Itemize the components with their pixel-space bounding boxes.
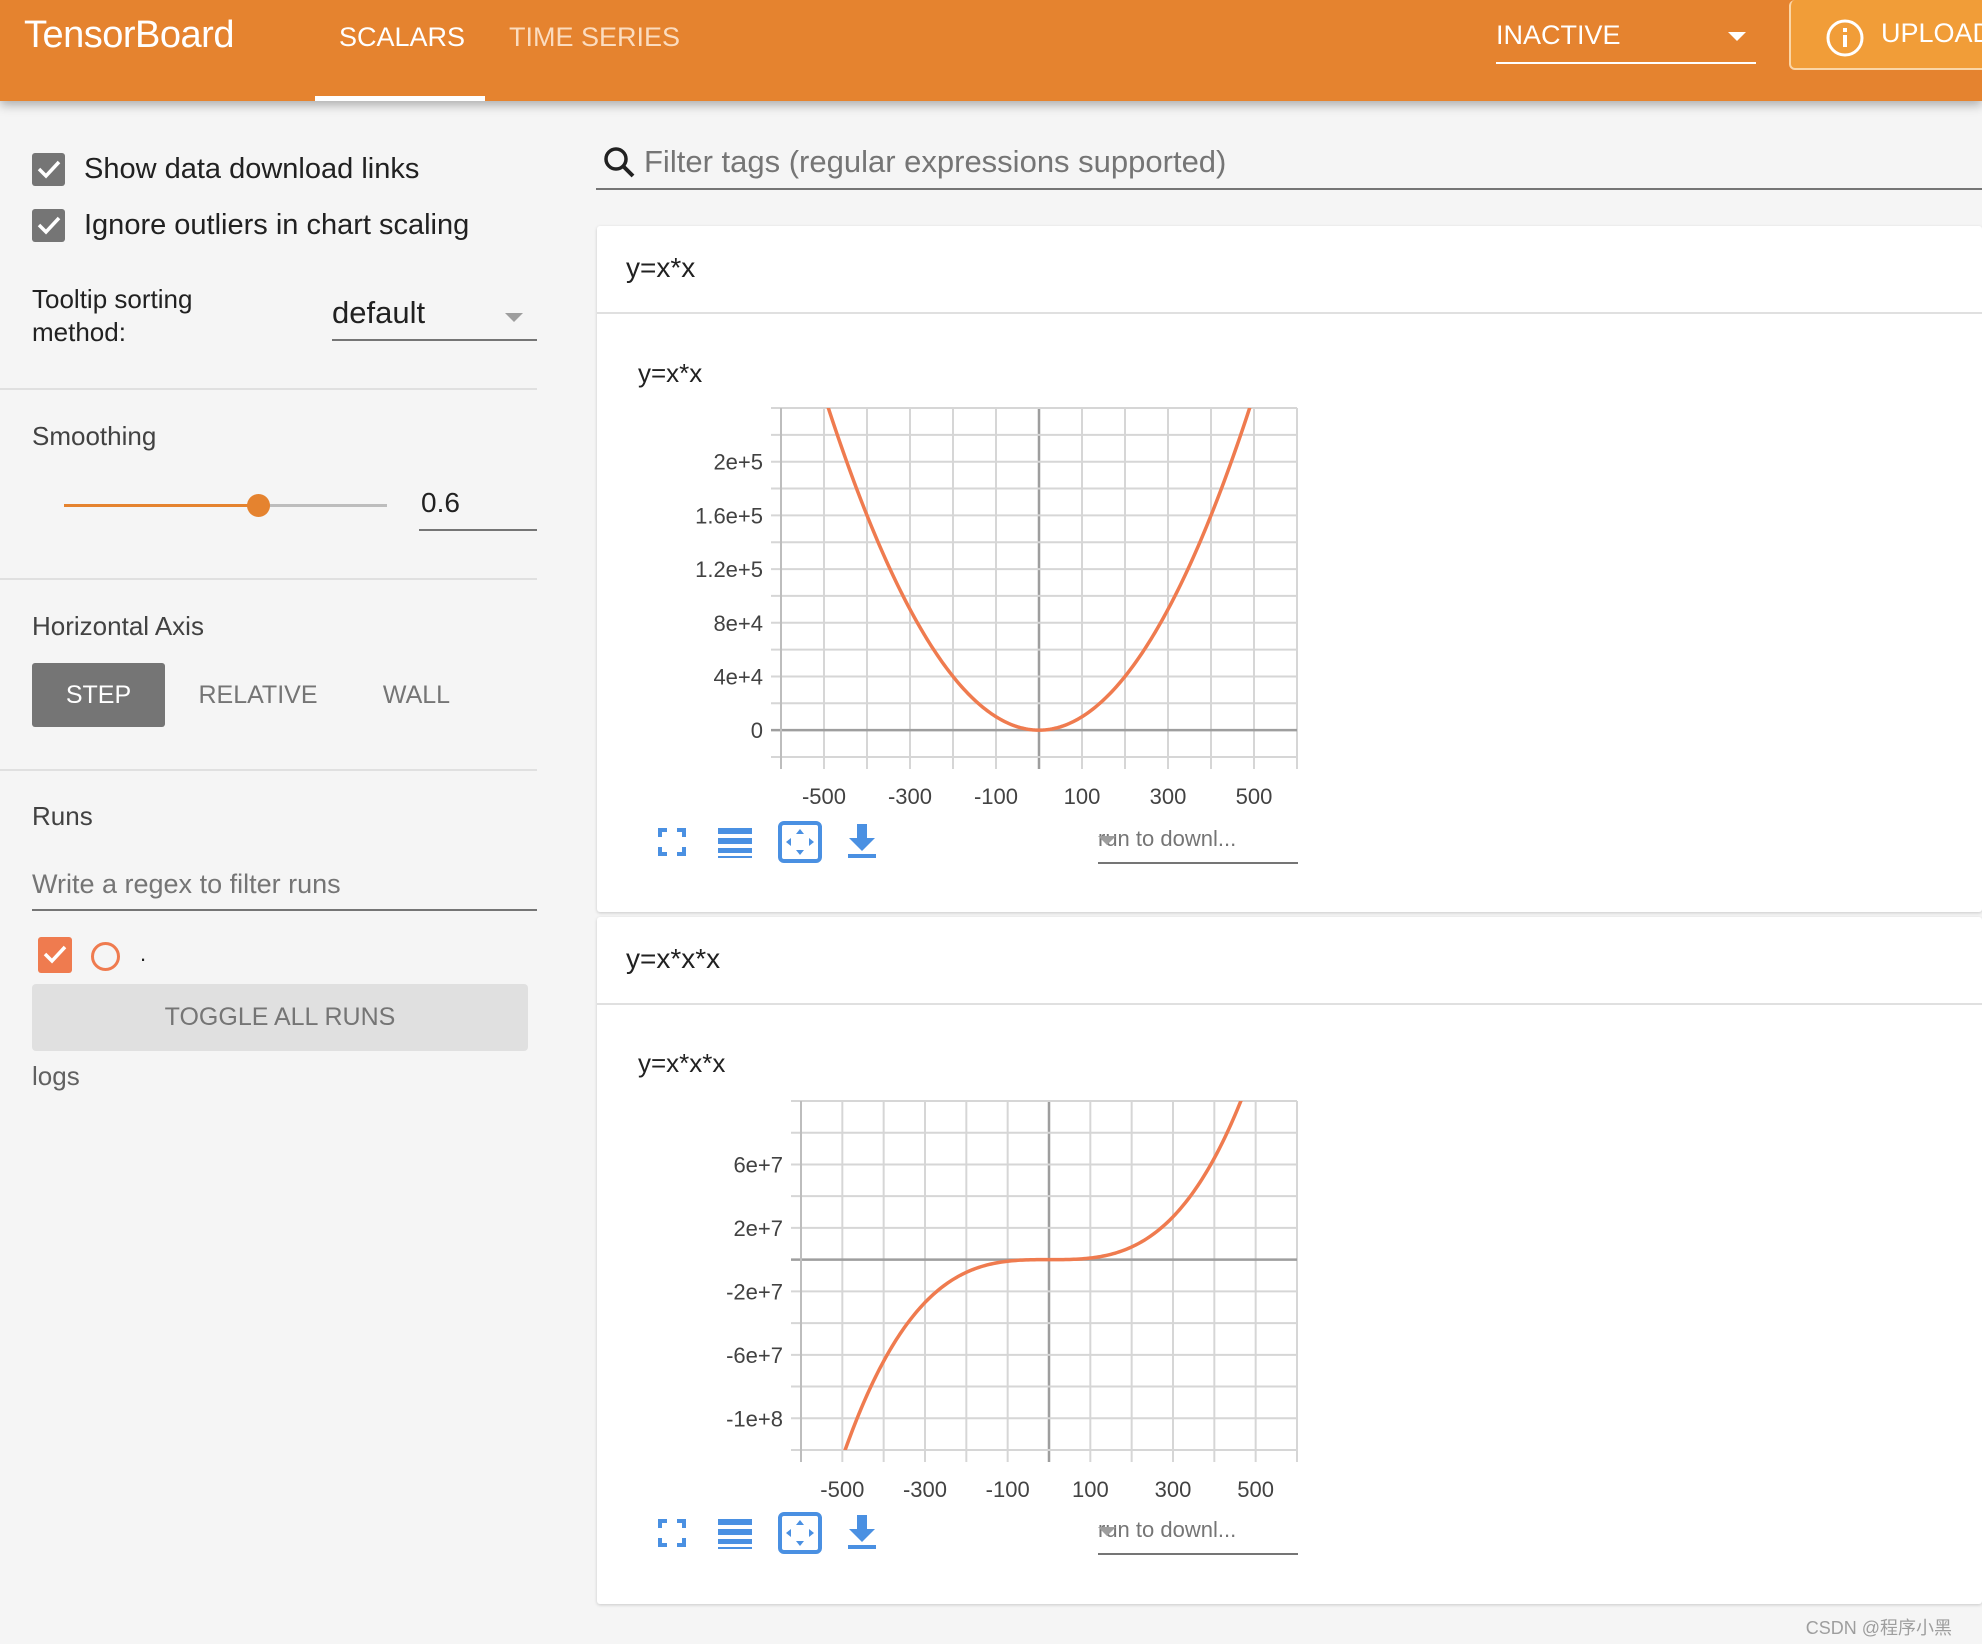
scalar-chart[interactable]: -500 -300 -100 100 300 500 6e+7 2e+7 -2e+7 -6e+7 -… <box>597 917 1357 1604</box>
runs-filter-input[interactable]: Write a regex to filter runs <box>32 861 537 911</box>
chevron-down-icon <box>505 313 523 322</box>
active-tab-indicator <box>315 96 485 101</box>
tooltip-sorting-label-1: Tooltip sorting <box>32 284 193 314</box>
info-icon <box>1826 19 1864 57</box>
divider <box>0 769 537 771</box>
smoothing-label: Smoothing <box>32 421 157 451</box>
divider <box>0 578 537 580</box>
y-tick-label: 0 <box>751 718 763 743</box>
x-tick-label: -300 <box>903 1477 947 1502</box>
axis-wall-button[interactable]: WALL <box>360 663 473 727</box>
runs-filter-placeholder: Write a regex to filter runs <box>32 869 341 899</box>
y-tick-label: 1.6e+5 <box>695 503 763 528</box>
y-tick-label: 4e+4 <box>713 664 763 689</box>
watermark: CSDN @程序小黑 <box>1805 1618 1952 1638</box>
axis-relative-button[interactable]: RELATIVE <box>183 663 333 727</box>
scalar-chart[interactable]: -500 -300 -100 100 300 500 0 4e+4 8e+4 1.2e+5 1.6e… <box>597 226 1357 912</box>
y-tick-label: -2e+7 <box>726 1279 783 1304</box>
search-icon <box>604 147 635 178</box>
run-download-value: run to downl... <box>1098 1517 1237 1542</box>
y-tick-label: -1e+8 <box>726 1406 783 1431</box>
x-tick-label: -500 <box>802 784 846 809</box>
check-icon <box>37 160 61 179</box>
y-tick-label: 1.2e+5 <box>695 557 763 582</box>
fit-domain-icon[interactable] <box>777 820 823 864</box>
plugin-select[interactable]: INACTIVE <box>1496 20 1756 64</box>
x-tick-label: 100 <box>1064 784 1101 809</box>
check-icon <box>43 945 67 964</box>
ignore-outliers-checkbox[interactable] <box>32 209 65 242</box>
tag-filter-placeholder: Filter tags (regular expressions support… <box>644 144 1227 179</box>
grid <box>791 1100 1298 1462</box>
log-scale-icon[interactable] <box>715 1513 755 1553</box>
x-tick-label: 100 <box>1072 1477 1109 1502</box>
download-icon[interactable] <box>842 820 882 860</box>
x-tick-label: 500 <box>1236 784 1273 809</box>
x-tick-label: -300 <box>888 784 932 809</box>
divider <box>0 388 537 390</box>
show-download-links-label: Show data download links <box>84 153 420 185</box>
y-tick-label: 8e+4 <box>713 611 763 636</box>
run-download-value: run to downl... <box>1098 826 1237 851</box>
fullscreen-icon[interactable] <box>652 822 692 862</box>
y-tick-label: 2e+7 <box>733 1216 783 1241</box>
top-app-bar: TensorBoard SCALARS TIME SERIES INACTIVE… <box>0 0 1982 101</box>
ignore-outliers-label: Ignore outliers in chart scaling <box>84 209 470 241</box>
tooltip-sorting-value: default <box>332 295 426 330</box>
sidebar: Show data download links Ignore outliers… <box>0 101 537 1644</box>
run-name: . <box>140 941 147 966</box>
chevron-down-icon <box>1098 1527 1116 1536</box>
logdir-label: logs <box>32 1061 80 1091</box>
log-scale-icon[interactable] <box>715 822 755 862</box>
smoothing-input[interactable]: 0.6 <box>419 481 537 531</box>
runs-label: Runs <box>32 801 93 831</box>
axis-step-button[interactable]: STEP <box>32 663 165 727</box>
upload-button[interactable]: UPLOAD <box>1789 0 1982 70</box>
grid <box>771 407 1298 769</box>
run-checkbox[interactable] <box>38 937 72 973</box>
x-tick-label: -100 <box>986 1477 1030 1502</box>
run-download-select[interactable]: run to downl... <box>1098 1509 1298 1555</box>
fit-domain-icon[interactable] <box>777 1511 823 1555</box>
run-download-select[interactable]: run to downl... <box>1098 818 1298 864</box>
x-tick-label: -500 <box>820 1477 864 1502</box>
x-tick-label: 300 <box>1155 1477 1192 1502</box>
upload-label: UPLOAD <box>1881 18 1982 48</box>
plugin-select-value: INACTIVE <box>1496 20 1621 50</box>
smoothing-slider[interactable] <box>64 494 387 517</box>
tag-filter-input[interactable]: Filter tags (regular expressions support… <box>596 140 1982 190</box>
y-tick-label: 2e+5 <box>713 450 763 475</box>
app-title: TensorBoard <box>24 14 234 56</box>
x-tick-label: 500 <box>1237 1477 1274 1502</box>
tooltip-sorting-label-2: method: <box>32 317 126 347</box>
run-color-radio[interactable] <box>91 942 120 971</box>
smoothing-value: 0.6 <box>421 487 460 518</box>
y-tick-label: -6e+7 <box>726 1343 783 1368</box>
smoothing-slider-fill <box>64 504 258 507</box>
x-tick-label: -100 <box>974 784 1018 809</box>
y-tick-label: 6e+7 <box>733 1152 783 1177</box>
tag-card: y=x*x y=x*x -500 -300 -100 100 300 500 0 4e+4 8e… <box>597 226 1982 912</box>
toggle-all-runs-button[interactable]: TOGGLE ALL RUNS <box>32 984 528 1051</box>
tab-scalars[interactable]: SCALARS <box>339 22 465 53</box>
horizontal-axis-label: Horizontal Axis <box>32 611 204 641</box>
show-download-links-checkbox[interactable] <box>32 153 65 186</box>
fullscreen-icon[interactable] <box>652 1513 692 1553</box>
tab-time-series[interactable]: TIME SERIES <box>509 22 680 53</box>
chevron-down-icon <box>1098 836 1116 845</box>
tag-card: y=x*x*x y=x*x*x -500 -300 -100 100 300 500 6e+… <box>597 917 1982 1604</box>
chevron-down-icon <box>1728 32 1746 41</box>
x-tick-label: 300 <box>1150 784 1187 809</box>
check-icon <box>37 216 61 235</box>
tooltip-sorting-select[interactable]: default <box>332 291 537 341</box>
download-icon[interactable] <box>842 1511 882 1551</box>
smoothing-slider-thumb[interactable] <box>246 494 270 517</box>
